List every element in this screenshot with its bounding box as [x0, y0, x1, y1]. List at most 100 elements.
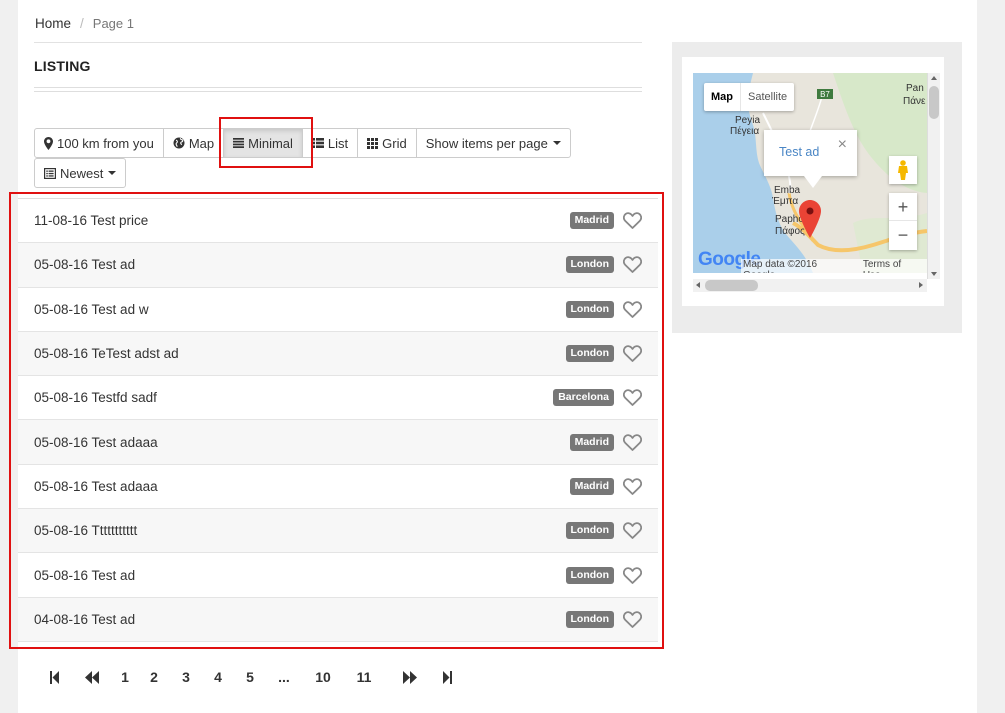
page-number-link[interactable]: 10: [302, 664, 344, 690]
close-icon[interactable]: ×: [838, 136, 847, 154]
listing-title-link[interactable]: 05-08-16 Ttttttttttt: [34, 523, 566, 538]
minimal-view-button[interactable]: Minimal: [223, 128, 303, 158]
page-number-link[interactable]: 11: [344, 664, 384, 690]
map-view-label: Map: [188, 135, 215, 151]
city-badge: Barcelona: [553, 389, 614, 407]
previous-page-icon[interactable]: [82, 664, 102, 690]
heart-icon[interactable]: [623, 212, 642, 230]
scroll-left-arrow-icon: [696, 282, 700, 288]
map-vertical-scrollbar[interactable]: [927, 73, 940, 279]
listing-row[interactable]: 05-08-16 Ttttttttttt London: [18, 509, 658, 554]
city-badge: London: [565, 256, 614, 274]
terms-of-use-link[interactable]: Terms of Use: [857, 259, 927, 273]
breadcrumb-current: Page 1: [92, 16, 134, 31]
map-type-map-button[interactable]: Map: [704, 83, 740, 111]
next-page-icon[interactable]: [400, 664, 420, 690]
listing-title-link[interactable]: 05-08-16 Test adaaa: [34, 435, 570, 450]
svg-text:Πάνε: Πάνε: [903, 95, 926, 107]
listing-title-link[interactable]: 05-08-16 Test ad: [34, 257, 566, 272]
zoom-in-button[interactable]: +: [889, 193, 917, 221]
sort-dropdown[interactable]: Newest: [34, 158, 127, 188]
page-title: LISTING: [34, 58, 91, 74]
zoom-control: + −: [889, 193, 917, 250]
globe-icon: [173, 137, 185, 149]
th-grid-icon: [367, 137, 379, 149]
listing-row[interactable]: 05-08-16 Test ad w London: [18, 288, 658, 332]
page-number-link[interactable]: 3: [170, 664, 202, 690]
map-horizontal-scrollbar[interactable]: [693, 279, 927, 292]
minimal-view-label: Minimal: [248, 135, 293, 151]
pagination: 1 2 3 4 5... 10 11: [46, 664, 454, 690]
listing-title-link[interactable]: 11-08-16 Test price: [34, 213, 570, 228]
list-view-label: List: [327, 135, 349, 151]
heart-icon[interactable]: [623, 256, 642, 274]
caret-down-icon: [108, 171, 117, 175]
street-view-pegman-icon[interactable]: [889, 156, 917, 184]
heart-icon[interactable]: [623, 478, 642, 495]
listing-title-link[interactable]: 05-08-16 Test ad: [34, 568, 566, 583]
scrollbar-thumb[interactable]: [929, 86, 939, 119]
map-info-window: Test ad ×: [764, 130, 857, 188]
listing-row[interactable]: 11-08-16 Test price Madrid: [18, 199, 658, 244]
heart-icon[interactable]: [623, 566, 642, 584]
breadcrumb: Home / Page 1: [35, 16, 134, 31]
listing-row[interactable]: 05-08-16 Test ad London: [18, 553, 658, 598]
distance-filter-button[interactable]: 100 km from you: [34, 128, 164, 158]
zoom-out-button[interactable]: −: [889, 221, 917, 249]
svg-text:Emba: Emba: [774, 185, 801, 196]
first-page-icon[interactable]: [46, 664, 64, 690]
heart-icon[interactable]: [623, 522, 642, 540]
heart-icon[interactable]: [623, 389, 642, 407]
page-number-link[interactable]: 2: [138, 664, 170, 690]
listing-title-link[interactable]: 05-08-16 Testfd sadf: [34, 390, 553, 405]
heart-icon[interactable]: [623, 345, 642, 362]
last-page-icon[interactable]: [440, 664, 454, 690]
map-view-button[interactable]: Map: [162, 128, 225, 158]
listing-title-link[interactable]: 05-08-16 TeTest adst ad: [34, 346, 566, 361]
list-view-button[interactable]: List: [301, 128, 359, 158]
city-badge: Madrid: [569, 477, 614, 495]
heart-icon[interactable]: [623, 301, 642, 318]
view-toolbar: 100 km from you Map Minimal List Grid Sh…: [34, 128, 571, 158]
page-number-link[interactable]: 5: [234, 664, 266, 690]
listing-title-link[interactable]: 05-08-16 Test adaaa: [34, 479, 570, 494]
items-per-page-dropdown[interactable]: Show items per page: [415, 128, 571, 158]
listing-row[interactable]: 05-08-16 Test ad London: [18, 243, 658, 288]
list-alt-icon: [44, 167, 56, 179]
city-badge: London: [565, 566, 614, 584]
scroll-down-arrow-icon: [931, 272, 937, 276]
map-marker-pin-icon[interactable]: [799, 200, 821, 243]
listing-row[interactable]: 05-08-16 TeTest adst ad London: [18, 331, 658, 377]
map-data-text: Map data ©2016 Google: [743, 259, 818, 273]
scrollbar-thumb[interactable]: [705, 280, 758, 291]
grid-view-button[interactable]: Grid: [357, 128, 417, 158]
heart-icon[interactable]: [623, 611, 642, 628]
listing-title-link[interactable]: 05-08-16 Test ad w: [34, 302, 566, 317]
city-badge: Madrid: [569, 212, 614, 230]
listing-row[interactable]: 05-08-16 Test adaaa Madrid: [18, 465, 658, 510]
heart-icon[interactable]: [623, 433, 642, 451]
page-number-link[interactable]: 4: [202, 664, 234, 690]
map-type-satellite-button[interactable]: Satellite: [740, 83, 794, 111]
svg-text:Πέγεια: Πέγεια: [730, 125, 759, 137]
svg-text:B7: B7: [820, 90, 830, 99]
svg-text:Pan: Pan: [906, 83, 924, 94]
listing-row[interactable]: 04-08-16 Test ad London: [18, 597, 658, 642]
info-window-title-link[interactable]: Test ad: [779, 145, 819, 159]
svg-text:Peyia: Peyia: [735, 115, 760, 126]
listing-row[interactable]: 05-08-16 Test adaaa Madrid: [18, 420, 658, 465]
items-per-page-label: Show items per page: [425, 135, 548, 151]
page-numbers: 1 2 3 4 5... 10 11: [102, 664, 384, 690]
listing-row[interactable]: 05-08-16 Testfd sadf Barcelona: [18, 376, 658, 421]
google-map[interactable]: B7 Peyia Πέγεια Emba Έμπα Paphos Πάφος P…: [693, 73, 927, 273]
sort-label: Newest: [60, 165, 104, 181]
city-badge: Madrid: [569, 433, 614, 451]
city-badge: London: [565, 300, 614, 318]
svg-text:Έμπα: Έμπα: [771, 196, 798, 207]
breadcrumb-home-link[interactable]: Home: [35, 16, 71, 31]
listing-title-link[interactable]: 04-08-16 Test ad: [34, 612, 566, 627]
pagination-ellipsis: ...: [278, 669, 290, 685]
scroll-right-arrow-icon: [919, 282, 923, 288]
page-number-link[interactable]: 1: [112, 664, 138, 690]
distance-filter-label: 100 km from you: [57, 135, 154, 151]
